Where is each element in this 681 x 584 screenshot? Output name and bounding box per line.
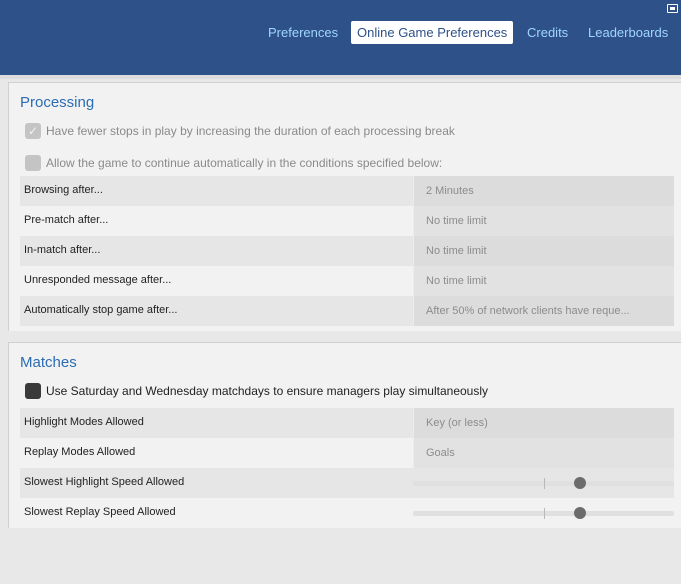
dropdown-value: Key (or less) xyxy=(426,417,488,429)
auto-stop-game-row: Automatically stop game after... After 5… xyxy=(20,296,674,326)
replay-modes-dropdown[interactable]: Goals xyxy=(413,438,674,468)
tab-online-game-preferences[interactable]: Online Game Preferences xyxy=(351,21,514,44)
row-label: Slowest Replay Speed Allowed xyxy=(24,506,176,518)
slider-thumb[interactable] xyxy=(574,507,587,519)
highlight-modes-dropdown[interactable]: Key (or less) xyxy=(413,408,674,438)
unresponded-message-row: Unresponded message after... No time lim… xyxy=(20,266,674,296)
pre-match-after-dropdown[interactable]: No time limit xyxy=(413,206,674,236)
dropdown-value: No time limit xyxy=(426,215,487,227)
slider-tick xyxy=(544,508,545,519)
in-match-after-row: In-match after... No time limit xyxy=(20,236,674,266)
dropdown-value: After 50% of network clients have reque.… xyxy=(426,305,630,317)
simultaneous-checkbox[interactable] xyxy=(25,383,41,399)
dropdown-value: No time limit xyxy=(426,275,487,287)
matches-title: Matches xyxy=(20,354,77,371)
in-match-after-dropdown[interactable]: No time limit xyxy=(413,236,674,266)
header-bar: Preferences Online Game Preferences Cred… xyxy=(0,0,681,75)
slider-thumb[interactable] xyxy=(574,477,587,489)
keyboard-icon[interactable] xyxy=(667,4,678,13)
dropdown-value: 2 Minutes xyxy=(426,185,474,197)
tab-credits[interactable]: Credits xyxy=(527,21,568,44)
row-label: Pre-match after... xyxy=(24,214,109,226)
row-label: Unresponded message after... xyxy=(24,274,172,286)
row-label: Browsing after... xyxy=(24,184,103,196)
highlight-speed-slider[interactable] xyxy=(413,477,674,489)
auto-continue-checkbox[interactable] xyxy=(25,155,41,171)
checkmark-icon: ✓ xyxy=(28,124,39,138)
row-label: Highlight Modes Allowed xyxy=(24,416,144,428)
browsing-after-row: Browsing after... 2 Minutes xyxy=(20,176,674,206)
highlight-modes-row: Highlight Modes Allowed Key (or less) xyxy=(20,408,674,438)
tab-bar: Preferences Online Game Preferences Cred… xyxy=(0,21,681,44)
browsing-after-dropdown[interactable]: 2 Minutes xyxy=(413,176,674,206)
row-label: Automatically stop game after... xyxy=(24,304,178,316)
fewer-stops-checkbox[interactable]: ✓ xyxy=(25,123,41,139)
replay-modes-row: Replay Modes Allowed Goals xyxy=(20,438,674,468)
unresponded-message-dropdown[interactable]: No time limit xyxy=(413,266,674,296)
simultaneous-label: Use Saturday and Wednesday matchdays to … xyxy=(46,384,489,398)
dropdown-value: No time limit xyxy=(426,245,487,257)
auto-stop-game-dropdown[interactable]: After 50% of network clients have reque.… xyxy=(413,296,674,326)
replay-speed-slider[interactable] xyxy=(413,507,674,519)
auto-continue-label: Allow the game to continue automatically… xyxy=(46,156,443,170)
row-label: In-match after... xyxy=(24,244,101,256)
slider-tick xyxy=(544,478,545,489)
processing-panel: Processing ✓ Have fewer stops in play by… xyxy=(8,82,681,331)
tab-leaderboards[interactable]: Leaderboards xyxy=(588,21,668,44)
fewer-stops-label: Have fewer stops in play by increasing t… xyxy=(46,124,455,138)
highlight-speed-row: Slowest Highlight Speed Allowed xyxy=(20,468,674,498)
header-divider xyxy=(0,75,681,79)
row-label: Replay Modes Allowed xyxy=(24,446,136,458)
tab-preferences[interactable]: Preferences xyxy=(268,21,338,44)
pre-match-after-row: Pre-match after... No time limit xyxy=(20,206,674,236)
dropdown-value: Goals xyxy=(426,447,455,459)
processing-title: Processing xyxy=(20,94,95,111)
row-label: Slowest Highlight Speed Allowed xyxy=(24,476,185,488)
matches-panel: Matches Use Saturday and Wednesday match… xyxy=(8,342,681,528)
replay-speed-row: Slowest Replay Speed Allowed xyxy=(20,498,674,528)
